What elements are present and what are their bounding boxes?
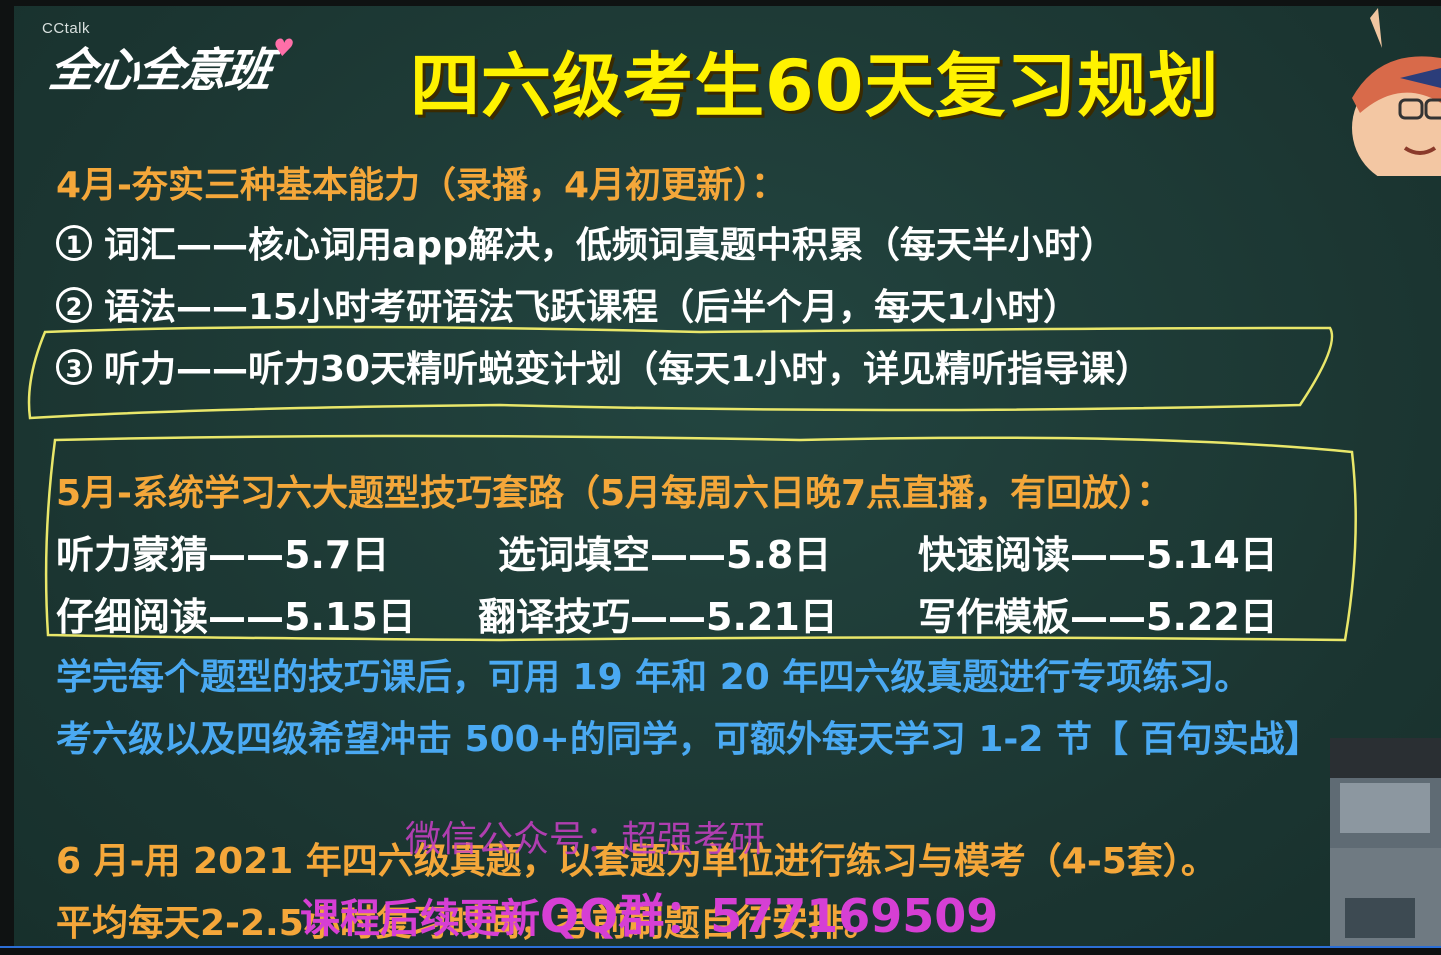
webcam-preview[interactable] (1330, 738, 1441, 946)
watermark-wechat: 微信公众号：超强考研 (405, 819, 766, 860)
watermark-qq: 课程后续更新QQ群：577169509 (300, 889, 999, 943)
highlight-loop-may (44, 434, 1357, 642)
highlight-loop-listening (27, 325, 1334, 420)
progress-line[interactable] (0, 946, 1441, 948)
